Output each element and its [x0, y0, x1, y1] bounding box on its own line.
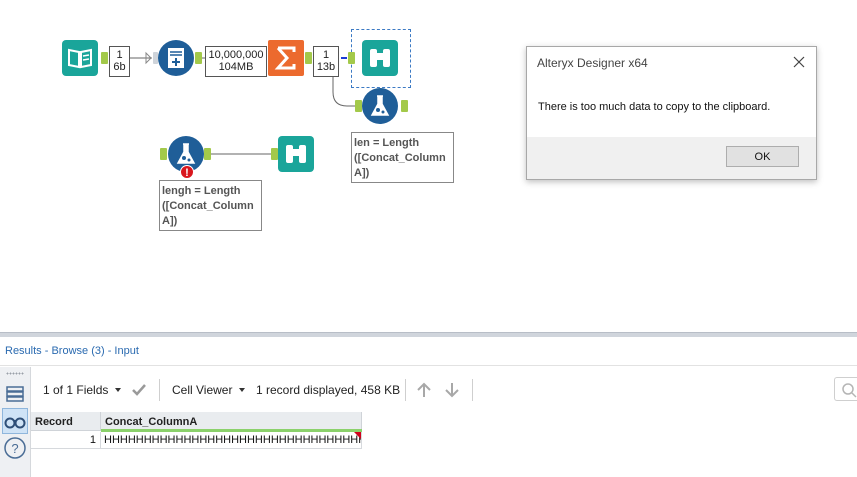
- generate-rows-tool[interactable]: [158, 40, 194, 76]
- sigma-icon: [274, 46, 296, 70]
- input-anchor[interactable]: [271, 148, 278, 160]
- results-sidebar: ?: [0, 367, 31, 477]
- book-icon: [68, 48, 92, 69]
- input-anchor[interactable]: [355, 100, 362, 112]
- error-icon[interactable]: !: [180, 165, 194, 179]
- results-toolbar: 1 of 1 Fields Cell Viewer 1 record displ…: [31, 367, 857, 411]
- grip-handle[interactable]: [6, 372, 24, 375]
- search-icon: [842, 383, 857, 398]
- input-data-tool[interactable]: [62, 40, 98, 76]
- record-count-badge: 1 6b: [109, 46, 130, 77]
- flask-icon: [370, 95, 390, 116]
- chevron-down-icon[interactable]: [239, 388, 245, 392]
- ok-button[interactable]: OK: [726, 146, 799, 167]
- fields-selector[interactable]: 1 of 1 Fields: [43, 383, 108, 397]
- annotation-line: A]): [354, 167, 370, 179]
- binoculars-icon: [286, 145, 306, 163]
- output-anchor[interactable]: [305, 52, 312, 64]
- toolbar-divider: [472, 379, 473, 401]
- formula-tool[interactable]: [362, 88, 398, 124]
- results-header: Results - Browse (3) - Input: [0, 337, 857, 366]
- badge-size: 104MB: [218, 61, 254, 73]
- summarize-tool[interactable]: [268, 40, 304, 76]
- results-title: Results - Browse (3) - Input: [5, 345, 139, 357]
- formula-annotation: lengh = Length ([Concat_Column A]): [159, 180, 262, 231]
- toolbar-divider: [159, 379, 160, 401]
- annotation-line: A]): [162, 215, 178, 227]
- arrow-down-icon[interactable]: [444, 381, 460, 399]
- dialog-title: Alteryx Designer x64: [537, 56, 648, 70]
- dialog-footer: OK: [527, 137, 816, 179]
- message-dialog: Alteryx Designer x64 There is too much d…: [526, 46, 817, 180]
- badge-size: 6b: [113, 61, 126, 73]
- badge-records: 1: [322, 49, 330, 61]
- value-cell[interactable]: HHHHHHHHHHHHHHHHHHHHHHHHHHHHHHHHHHHH...: [101, 432, 362, 449]
- arrow-up-icon[interactable]: [416, 381, 432, 399]
- chevron-down-icon[interactable]: [115, 388, 121, 392]
- badge-size: 13b: [316, 61, 336, 73]
- svg-text:?: ?: [11, 441, 18, 456]
- cell-viewer-selector[interactable]: Cell Viewer: [172, 383, 232, 397]
- checkmark-icon[interactable]: [130, 381, 148, 399]
- dialog-message: There is too much data to copy to the cl…: [538, 101, 771, 113]
- browse-tool[interactable]: [362, 40, 398, 76]
- list-view-button[interactable]: [2, 381, 28, 407]
- browse-tool[interactable]: [278, 136, 314, 172]
- output-anchor[interactable]: [195, 52, 202, 64]
- annotation-line: ([Concat_Column: [354, 152, 446, 164]
- record-cell[interactable]: 1: [31, 432, 101, 449]
- input-anchor[interactable]: [160, 148, 167, 160]
- generate-rows-icon: [168, 48, 184, 68]
- annotation-line: ([Concat_Column: [162, 200, 254, 212]
- close-icon[interactable]: [792, 53, 806, 69]
- badge-records: 1: [116, 49, 123, 61]
- binoculars-icon: [4, 417, 26, 429]
- badge-records: 10,000,000: [208, 49, 264, 61]
- stack-icon: [6, 386, 24, 402]
- toolbar-divider: [405, 379, 406, 401]
- help-button[interactable]: ?: [2, 435, 28, 461]
- truncated-marker: [354, 432, 361, 439]
- formula-annotation: len = Length ([Concat_Column A]): [351, 132, 454, 183]
- output-anchor[interactable]: [401, 100, 408, 112]
- records-status: 1 record displayed, 458 KB: [256, 383, 401, 397]
- browse-view-button[interactable]: [2, 408, 28, 434]
- binoculars-icon: [370, 49, 390, 67]
- input-anchor[interactable]: [348, 52, 355, 64]
- output-anchor[interactable]: [204, 148, 211, 160]
- help-icon: ?: [4, 437, 26, 459]
- annotation-line: lengh = Length: [162, 185, 241, 197]
- search-box[interactable]: [834, 377, 857, 401]
- column-header-record[interactable]: Record: [31, 412, 101, 431]
- record-count-badge: 10,000,000 104MB: [205, 46, 267, 77]
- annotation-line: len = Length: [354, 137, 420, 149]
- record-count-badge: 1 13b: [313, 46, 339, 77]
- output-anchor[interactable]: [101, 52, 108, 64]
